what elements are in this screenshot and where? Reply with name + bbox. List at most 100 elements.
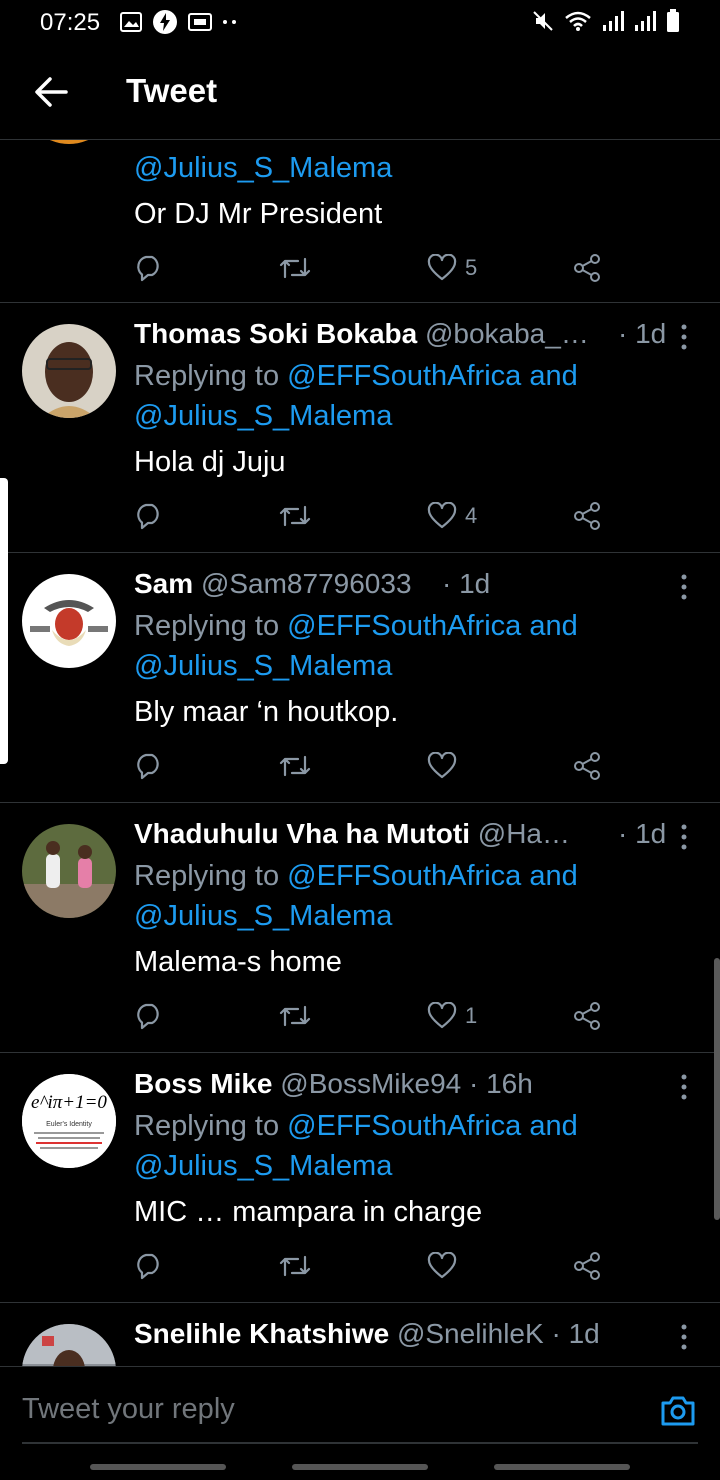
list-item[interactable]: Vhaduhulu Vha ha Mutoti @Ha… · 1d Replyi…: [0, 802, 720, 1053]
back-nav-button[interactable]: [494, 1464, 630, 1470]
avatar-formula: e^iπ+1=0: [31, 1092, 107, 1113]
reply-list[interactable]: @Julius_S_Malema Or DJ Mr President 5 Th…: [0, 140, 720, 1366]
camera-icon[interactable]: [658, 1391, 698, 1431]
author-handle[interactable]: @Ha…: [478, 818, 570, 849]
reply-mention[interactable]: @Julius_S_Malema: [134, 1150, 392, 1183]
list-item[interactable]: Sam @Sam87796033 · 1d Replying to @EFFSo…: [0, 552, 720, 803]
reply-button[interactable]: [134, 250, 164, 286]
author-name[interactable]: Snelihle Khatshiwe: [134, 1318, 389, 1349]
author-handle[interactable]: @BossMike94: [280, 1068, 461, 1099]
author-name[interactable]: Thomas Soki Bokaba: [134, 318, 417, 349]
tweet-time: · 1d: [618, 818, 667, 849]
reply-button[interactable]: [134, 748, 164, 784]
reply-icon: [137, 753, 159, 780]
share-button[interactable]: [572, 498, 602, 534]
battery-icon: [667, 9, 679, 32]
share-button[interactable]: [572, 998, 602, 1034]
author-name[interactable]: Sam: [134, 568, 193, 599]
like-button[interactable]: 4: [427, 498, 477, 534]
reply-button[interactable]: [134, 998, 164, 1034]
power-saving-icon: [153, 10, 177, 34]
tweet-time: · 1d: [442, 568, 491, 599]
tweet-time: · 1d: [551, 1318, 600, 1349]
like-button[interactable]: 5: [427, 250, 477, 286]
avatar-caption: Euler's Identity: [46, 1121, 92, 1128]
reply-mention[interactable]: @Julius_S_Malema: [134, 650, 392, 683]
list-item[interactable]: @Julius_S_Malema Or DJ Mr President 5: [0, 140, 720, 303]
wifi-icon: [565, 11, 591, 31]
reply-icon: [137, 1253, 159, 1280]
reply-mention[interactable]: @EFFSouthAfrica and: [287, 1110, 578, 1142]
reply-input[interactable]: [22, 1393, 622, 1426]
home-button[interactable]: [292, 1464, 428, 1470]
retweet-icon: [279, 257, 311, 279]
gallery-icon: [120, 12, 142, 32]
retweet-icon: [279, 505, 311, 527]
scrollbar[interactable]: [714, 958, 720, 1220]
author-name[interactable]: Boss Mike: [134, 1068, 273, 1099]
like-button[interactable]: 1: [427, 998, 477, 1034]
author-handle[interactable]: @Sam87796033: [201, 568, 412, 599]
avatar[interactable]: [22, 140, 116, 144]
reply-button[interactable]: [134, 498, 164, 534]
reply-mention[interactable]: @EFFSouthAfrica and: [287, 860, 578, 892]
more-vertical-icon[interactable]: [674, 822, 694, 852]
retweet-button[interactable]: [278, 748, 312, 784]
reply-icon: [137, 1003, 159, 1030]
retweet-button[interactable]: [278, 1248, 312, 1284]
like-count: 5: [465, 255, 478, 280]
author-name[interactable]: Vhaduhulu Vha ha Mutoti: [134, 818, 470, 849]
more-vertical-icon[interactable]: [674, 1072, 694, 1102]
tweet-text: Or DJ Mr President: [134, 198, 383, 230]
retweet-button[interactable]: [278, 250, 312, 286]
share-button[interactable]: [572, 1248, 602, 1284]
more-vertical-icon[interactable]: [674, 1322, 694, 1352]
avatar[interactable]: [22, 574, 116, 668]
avatar[interactable]: e^iπ+1=0 Euler's Identity: [22, 1074, 116, 1168]
screen-recorder-icon: [188, 13, 212, 31]
list-item[interactable]: Snelihle Khatshiwe @SnelihleK · 1d: [0, 1302, 720, 1366]
reply-icon: [137, 503, 159, 530]
author-handle[interactable]: @SnelihleK: [397, 1318, 544, 1349]
share-icon: [574, 1252, 600, 1280]
retweet-icon: [279, 1255, 311, 1277]
reply-mention[interactable]: @EFFSouthAfrica and: [287, 360, 578, 392]
reply-button[interactable]: [134, 1248, 164, 1284]
reply-mention[interactable]: @Julius_S_Malema: [134, 900, 392, 933]
heart-icon: [427, 1252, 457, 1279]
author-handle[interactable]: @bokaba_…: [425, 318, 589, 349]
like-button[interactable]: [427, 1248, 465, 1284]
recents-button[interactable]: [90, 1464, 226, 1470]
share-button[interactable]: [572, 748, 602, 784]
top-app-bar: Tweet: [0, 44, 720, 140]
replying-to: Replying to @EFFSouthAfrica and: [134, 610, 578, 642]
page-title: Tweet: [126, 72, 218, 109]
retweet-icon: [279, 755, 311, 777]
replying-to: Replying to @EFFSouthAfrica and: [134, 1110, 578, 1142]
retweet-button[interactable]: [278, 998, 312, 1034]
signal-icon-2: [635, 11, 656, 31]
list-item[interactable]: Thomas Soki Bokaba @bokaba_… · 1d Replyi…: [0, 302, 720, 553]
more-vertical-icon[interactable]: [674, 322, 694, 352]
reply-mention[interactable]: @Julius_S_Malema: [134, 400, 392, 433]
avatar[interactable]: [22, 824, 116, 918]
reply-mention[interactable]: @EFFSouthAfrica and: [287, 610, 578, 642]
reply-mention[interactable]: @Julius_S_Malema: [134, 152, 392, 185]
replying-to: Replying to @EFFSouthAfrica and: [134, 360, 578, 392]
heart-icon: [427, 1002, 457, 1029]
arrow-left-icon[interactable]: [30, 72, 70, 112]
share-icon: [574, 254, 600, 282]
divider: [22, 1442, 698, 1444]
share-button[interactable]: [572, 250, 602, 286]
avatar[interactable]: [22, 1324, 116, 1366]
share-icon: [574, 502, 600, 530]
like-button[interactable]: [427, 748, 465, 784]
list-item[interactable]: e^iπ+1=0 Euler's Identity Boss Mike @Bos…: [0, 1052, 720, 1303]
retweet-button[interactable]: [278, 498, 312, 534]
share-icon: [574, 1002, 600, 1030]
tweet-text: MIC … mampara in charge: [134, 1196, 483, 1228]
more-vertical-icon[interactable]: [674, 572, 694, 602]
edge-panel-handle[interactable]: [0, 478, 8, 764]
avatar[interactable]: [22, 324, 116, 418]
retweet-icon: [279, 1005, 311, 1027]
